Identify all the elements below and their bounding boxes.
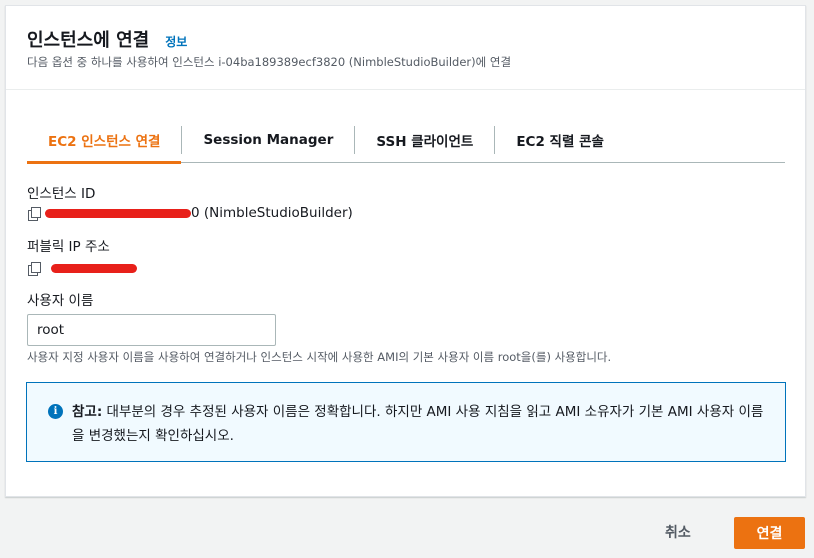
connect-dialog: 인스턴스에 연결 정보 다음 옵션 중 하나를 사용하여 인스턴스 i-04ba… (5, 5, 806, 497)
instance-id-value: 0 (NimbleStudioBuilder) (27, 205, 353, 221)
tab-ec2-serial-console[interactable]: EC2 직렬 콘솔 (495, 118, 625, 162)
dialog-subtitle: 다음 옵션 중 하나를 사용하여 인스턴스 i-04ba189389ecf382… (27, 55, 512, 69)
redacted-instance-id (45, 208, 191, 218)
tab-session-manager[interactable]: Session Manager (182, 118, 354, 162)
public-ip-label: 퍼블릭 IP 주소 (27, 239, 110, 255)
tab-ec2-instance-connect[interactable]: EC2 인스턴스 연결 (27, 118, 182, 164)
copy-icon[interactable] (27, 206, 41, 221)
copy-icon[interactable] (27, 261, 41, 276)
connect-button[interactable]: 연결 (734, 517, 805, 549)
info-icon: i (48, 404, 63, 419)
username-hint: 사용자 지정 사용자 이름을 사용하여 연결하거나 인스턴스 시작에 사용한 A… (27, 350, 612, 364)
dialog-header: 인스턴스에 연결 정보 다음 옵션 중 하나를 사용하여 인스턴스 i-04ba… (6, 6, 805, 90)
instance-id-suffix: 0 (NimbleStudioBuilder) (191, 205, 353, 221)
info-link[interactable]: 정보 (165, 33, 187, 50)
tab-ssh-client[interactable]: SSH 클라이언트 (355, 118, 494, 162)
title-row: 인스턴스에 연결 정보 (27, 26, 187, 52)
page-title: 인스턴스에 연결 (27, 30, 150, 51)
username-label: 사용자 이름 (27, 293, 94, 309)
alert-text: 참고: 대부분의 경우 추정된 사용자 이름은 정확합니다. 하지만 AMI 사… (72, 400, 772, 448)
alert-body: 대부분의 경우 추정된 사용자 이름은 정확합니다. 하지만 AMI 사용 지침… (72, 404, 764, 444)
info-alert: i 참고: 대부분의 경우 추정된 사용자 이름은 정확합니다. 하지만 AMI… (26, 382, 786, 462)
public-ip-value (27, 261, 137, 276)
instance-id-label: 인스턴스 ID (27, 186, 96, 202)
alert-strong: 참고: (72, 404, 103, 420)
username-input[interactable] (27, 314, 276, 346)
connection-tabs: EC2 인스턴스 연결 Session Manager SSH 클라이언트 EC… (27, 118, 785, 164)
redacted-public-ip (51, 263, 137, 273)
cancel-button[interactable]: 취소 (665, 522, 691, 542)
